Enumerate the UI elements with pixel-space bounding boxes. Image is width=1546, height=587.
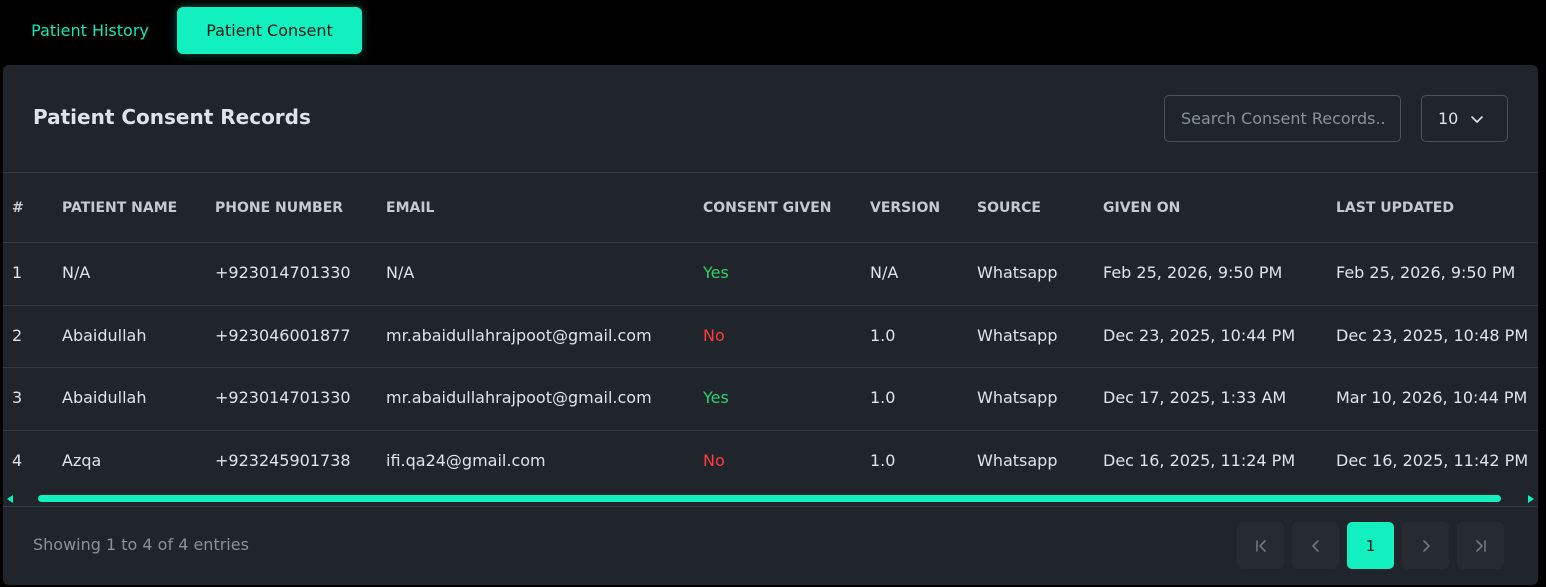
next-page-icon (1422, 539, 1430, 552)
cell-phone-number: +923014701330 (215, 263, 351, 282)
tab-bar: Patient History Patient Consent (0, 0, 1546, 64)
prev-page-icon (1311, 539, 1319, 552)
column-header-index[interactable]: # (12, 200, 24, 216)
page-size-select[interactable]: 10 (1421, 95, 1508, 142)
cell-source: Whatsapp (977, 451, 1058, 470)
cell-given-on: Feb 25, 2026, 9:50 PM (1103, 263, 1283, 282)
cell-email: N/A (386, 263, 415, 282)
scroll-right-arrow-icon[interactable] (1528, 495, 1534, 503)
cell-last-updated: Feb 25, 2026, 9:50 PM (1336, 263, 1516, 282)
cell-index: 2 (12, 326, 23, 345)
column-header-source[interactable]: SOURCE (977, 200, 1041, 216)
page-title: Patient Consent Records (33, 105, 311, 129)
cell-consent-given: Yes (703, 263, 729, 282)
cell-patient-name: Abaidullah (62, 326, 147, 345)
tab-patient-consent[interactable]: Patient Consent (177, 7, 362, 54)
cell-source: Whatsapp (977, 263, 1058, 282)
cell-given-on: Dec 23, 2025, 10:44 PM (1103, 326, 1296, 345)
cell-consent-given: No (703, 451, 725, 470)
column-header-phone-number[interactable]: PHONE NUMBER (215, 200, 343, 216)
search-input[interactable] (1164, 95, 1401, 142)
cell-email: ifi.qa24@gmail.com (386, 451, 546, 470)
column-header-consent-given[interactable]: CONSENT GIVEN (703, 200, 832, 216)
column-header-last-updated[interactable]: LAST UPDATED (1336, 200, 1454, 216)
cell-last-updated: Mar 10, 2026, 10:44 PM (1336, 388, 1528, 407)
cell-given-on: Dec 17, 2025, 1:33 AM (1103, 388, 1287, 407)
cell-consent-given: Yes (703, 388, 729, 407)
page-button-current[interactable]: 1 (1347, 522, 1394, 569)
cell-patient-name: Azqa (62, 451, 102, 470)
column-header-email[interactable]: EMAIL (386, 200, 434, 216)
cell-consent-given: No (703, 326, 725, 345)
next-page-button[interactable] (1402, 522, 1449, 569)
cell-version: 1.0 (870, 326, 896, 345)
scroll-left-arrow-icon[interactable] (7, 495, 13, 503)
cell-version: N/A (870, 263, 899, 282)
row-divider (3, 242, 1538, 243)
cell-version: 1.0 (870, 451, 896, 470)
chevron-down-icon (1471, 115, 1484, 123)
column-header-version[interactable]: VERSION (870, 200, 940, 216)
cell-phone-number: +923046001877 (215, 326, 351, 345)
cell-version: 1.0 (870, 388, 896, 407)
row-divider (3, 367, 1538, 368)
cell-index: 4 (12, 451, 23, 470)
entries-summary: Showing 1 to 4 of 4 entries (33, 535, 249, 554)
scrollbar-thumb[interactable] (38, 495, 1501, 502)
cell-phone-number: +923245901738 (215, 451, 351, 470)
last-page-icon (1475, 539, 1486, 552)
column-header-patient-name[interactable]: PATIENT NAME (62, 200, 177, 216)
first-page-icon (1255, 539, 1266, 552)
cell-given-on: Dec 16, 2025, 11:24 PM (1103, 451, 1296, 470)
footer-divider (3, 506, 1538, 507)
cell-source: Whatsapp (977, 388, 1058, 407)
horizontal-scrollbar[interactable] (3, 492, 1538, 506)
prev-page-button[interactable] (1292, 522, 1339, 569)
page-size-value: 10 (1438, 109, 1459, 128)
column-header-given-on[interactable]: GIVEN ON (1103, 200, 1180, 216)
cell-source: Whatsapp (977, 326, 1058, 345)
first-page-button[interactable] (1237, 522, 1284, 569)
cell-index: 3 (12, 388, 23, 407)
cell-last-updated: Dec 16, 2025, 11:42 PM (1336, 451, 1529, 470)
cell-phone-number: +923014701330 (215, 388, 351, 407)
cell-index: 1 (12, 263, 23, 282)
cell-last-updated: Dec 23, 2025, 10:48 PM (1336, 326, 1529, 345)
consent-records-card: Patient Consent Records 10 # PATIENT NAM… (3, 65, 1538, 585)
cell-patient-name: N/A (62, 263, 91, 282)
row-divider (3, 430, 1538, 431)
cell-email: mr.abaidullahrajpoot@gmail.com (386, 388, 652, 407)
header-divider (3, 172, 1538, 173)
tab-patient-history[interactable]: Patient History (14, 7, 166, 54)
cell-patient-name: Abaidullah (62, 388, 147, 407)
cell-email: mr.abaidullahrajpoot@gmail.com (386, 326, 652, 345)
last-page-button[interactable] (1457, 522, 1504, 569)
row-divider (3, 305, 1538, 306)
